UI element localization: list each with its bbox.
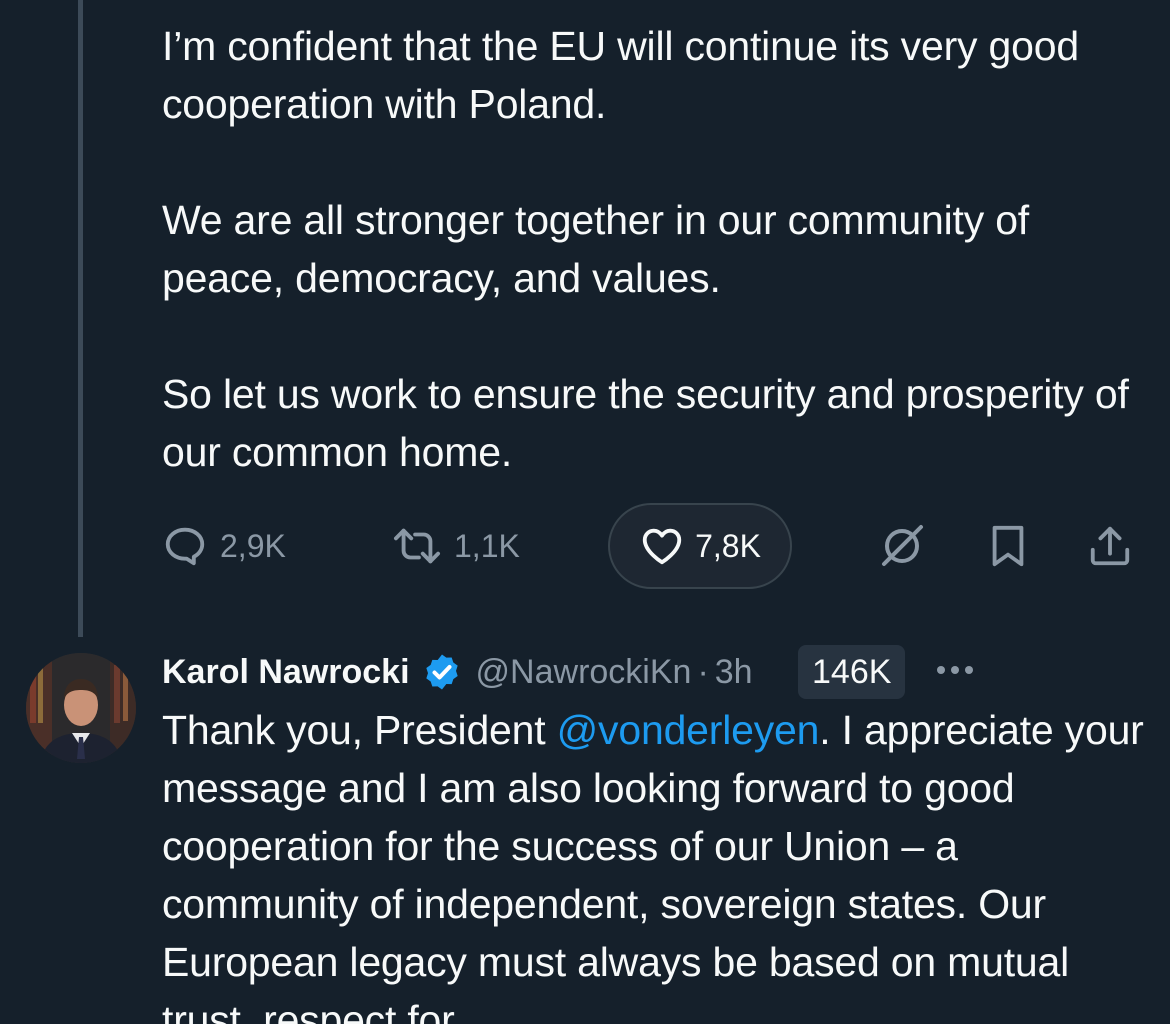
screen: I’m confident that the EU will continue … [0, 0, 1170, 1024]
retweet-button[interactable]: 1,1K [392, 503, 520, 589]
tweet-paragraph: So let us work to ensure the security an… [162, 371, 1129, 475]
parent-tweet-text: I’m confident that the EU will continue … [162, 17, 1147, 481]
more-options-button[interactable] [934, 645, 976, 699]
reply-text-part: Thank you, President [162, 707, 557, 753]
share-upload-icon [1087, 523, 1133, 569]
tweet-timestamp[interactable]: 3h [715, 653, 753, 692]
more-horizontal-icon [934, 663, 976, 682]
reply-tweet-text: Thank you, President @vonderleyen. I app… [162, 701, 1152, 1024]
bookmark-button[interactable] [988, 503, 1028, 589]
share-button[interactable] [1087, 503, 1133, 589]
retweet-count: 1,1K [454, 527, 520, 564]
retweet-arrows-icon [392, 523, 442, 569]
author-handle[interactable]: @NawrockiKn [476, 653, 692, 692]
reply-tweet-header: Karol Nawrocki @NawrockiKn · 3h [162, 645, 1142, 699]
separator-dot: · [697, 652, 709, 691]
mention-link[interactable]: @vonderleyen [557, 707, 820, 753]
reply-button[interactable]: 2,9K [162, 503, 286, 589]
tweet-paragraph: We are all stronger together in our comm… [162, 197, 1029, 301]
verified-badge-icon [422, 652, 462, 692]
thread-connector-line [78, 0, 83, 637]
reply-text-part: . I appreciate your message and I am als… [162, 707, 1144, 1024]
grok-button[interactable] [878, 503, 926, 589]
avatar[interactable] [26, 653, 136, 763]
grok-icon [878, 522, 926, 570]
reply-count: 2,9K [220, 527, 286, 564]
tweet-paragraph: I’m confident that the EU will continue … [162, 23, 1079, 127]
tweet-action-bar: 2,9K 1,1K 7,8K [162, 503, 1142, 589]
like-count: 7,8K [695, 527, 761, 564]
speech-bubble-icon [162, 523, 208, 569]
heart-icon [639, 523, 685, 569]
author-name[interactable]: Karol Nawrocki [162, 653, 410, 692]
like-button[interactable]: 7,8K [608, 503, 792, 589]
view-count-badge[interactable]: 146K [798, 645, 906, 699]
bookmark-icon [988, 523, 1028, 569]
